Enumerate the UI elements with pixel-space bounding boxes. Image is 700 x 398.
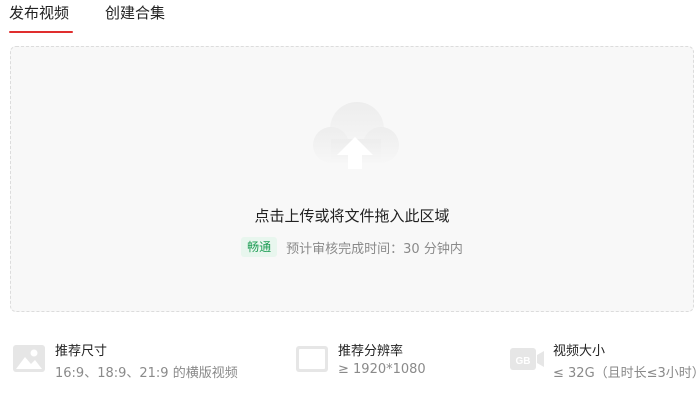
requirement-desc: ≤ 32G（且时长≤3小时） [553, 366, 700, 381]
cloud-upload-icon [313, 102, 399, 169]
review-info: 畅通 预计审核完成时间：30 分钟内 [11, 237, 693, 257]
screen-icon [296, 346, 328, 372]
review-time-text: 预计审核完成时间：30 分钟内 [286, 241, 463, 257]
requirement-title: 推荐分辨率 [338, 344, 404, 359]
tab-publish-video[interactable]: 发布视频 [9, 2, 69, 24]
requirement-desc: 16:9、18:9、21:9 的横版视频 [55, 366, 238, 381]
image-icon [13, 345, 45, 372]
upload-instruction: 点击上传或将文件拖入此区域 [254, 207, 450, 225]
video-size-icon: GB [510, 348, 544, 370]
active-tab-indicator [9, 31, 73, 33]
tab-create-collection[interactable]: 创建合集 [105, 2, 165, 24]
upload-dropzone[interactable]: 点击上传或将文件拖入此区域 畅通 预计审核完成时间：30 分钟内 [10, 46, 694, 312]
gb-label: GB [516, 356, 531, 367]
requirement-desc: ≥ 1920*1080 [338, 362, 426, 377]
status-badge: 畅通 [241, 237, 278, 257]
requirement-title: 视频大小 [553, 344, 606, 359]
tab-bar: 发布视频 创建合集 [0, 0, 700, 40]
requirement-title: 推荐尺寸 [55, 344, 108, 359]
